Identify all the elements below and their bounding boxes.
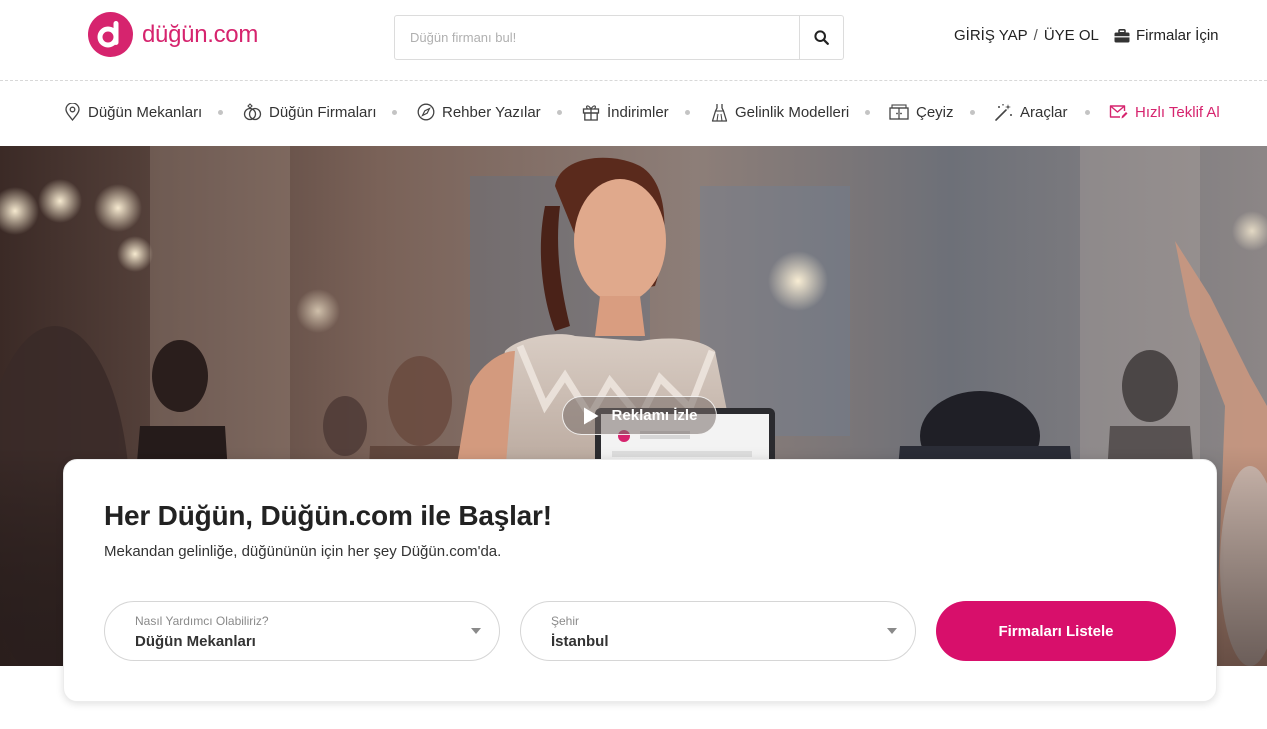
search-input[interactable] [395, 16, 799, 59]
search-button[interactable] [799, 16, 843, 59]
nav-item-tools[interactable]: Araçlar [994, 82, 1068, 142]
gift-icon [582, 105, 600, 121]
nav-separator-dot [970, 110, 975, 115]
nav-item-label: Rehber Yazılar [442, 103, 541, 121]
list-vendors-button[interactable]: Firmaları Listele [936, 601, 1176, 661]
dress-icon [711, 103, 728, 122]
for-firms-link[interactable]: Firmalar İçin [1114, 27, 1219, 44]
nav-item-venues[interactable]: Düğün Mekanları [64, 82, 202, 142]
signup-link[interactable]: ÜYE OL [1044, 27, 1099, 44]
category-select-value: Düğün Mekanları [135, 633, 256, 650]
nav-item-label: Gelinlik Modelleri [735, 103, 850, 121]
auth-links: GİRİŞ YAP / ÜYE OL [954, 27, 1099, 44]
nav-item-guides[interactable]: Rehber Yazılar [417, 82, 541, 142]
nav-item-label: Araçlar [1020, 103, 1068, 121]
logo-mark-icon [88, 12, 133, 57]
nav-item-label: Düğün Mekanları [88, 103, 203, 121]
for-firms-label: Firmalar İçin [1136, 27, 1219, 44]
nav-item-vendors[interactable]: Düğün Firmaları [243, 82, 377, 142]
city-select-label: Şehir [551, 614, 580, 628]
finder-title: Her Düğün, Düğün.com ile Başlar! [104, 500, 552, 531]
compass-icon [417, 103, 435, 121]
city-select[interactable]: Şehir İstanbul [520, 601, 916, 661]
nav-item-label: Düğün Firmaları [269, 103, 377, 121]
nav-item-quick-quote[interactable]: Hızlı Teklif Al [1109, 82, 1220, 142]
nav-separator-dot [392, 110, 397, 115]
nav-item-label: İndirimler [607, 103, 669, 121]
finder-subtitle: Mekandan gelinliğe, düğününün için her ş… [104, 543, 502, 560]
nav-separator-dot [1085, 110, 1090, 115]
rings-icon [243, 103, 262, 121]
vendor-finder-card: Her Düğün, Düğün.com ile Başlar! Mekanda… [63, 459, 1217, 702]
play-icon [583, 407, 599, 424]
city-select-value: İstanbul [551, 633, 609, 650]
main-nav: Düğün Mekanları Düğün Firmaları Rehber Y… [0, 82, 1267, 146]
chevron-down-icon [887, 628, 897, 634]
watch-ad-label: Reklamı İzle [611, 407, 698, 424]
cabinet-icon [889, 104, 909, 120]
top-header: düğün.com GİRİŞ YAP / ÜYE OL Firmalar İç… [0, 0, 1267, 81]
nav-item-label: Çeyiz [916, 103, 954, 121]
nav-separator-dot [865, 110, 870, 115]
search-icon [814, 30, 829, 45]
search-bar [394, 15, 844, 60]
login-link[interactable]: GİRİŞ YAP [954, 27, 1028, 44]
briefcase-icon [1114, 28, 1130, 42]
nav-item-dresses[interactable]: Gelinlik Modelleri [711, 82, 849, 142]
nav-item-discounts[interactable]: İndirimler [582, 82, 669, 142]
auth-separator: / [1033, 27, 1038, 44]
watch-ad-button[interactable]: Reklamı İzle [562, 396, 717, 435]
mail-edit-icon [1109, 105, 1128, 119]
nav-item-trousseau[interactable]: Çeyiz [889, 82, 954, 142]
nav-separator-dot [557, 110, 562, 115]
site-logo[interactable]: düğün.com [88, 12, 258, 57]
nav-separator-dot [218, 110, 223, 115]
location-pin-icon [65, 103, 80, 121]
category-select-label: Nasıl Yardımcı Olabiliriz? [135, 614, 269, 628]
category-select[interactable]: Nasıl Yardımcı Olabiliriz? Düğün Mekanla… [104, 601, 500, 661]
nav-item-label: Hızlı Teklif Al [1135, 103, 1220, 121]
magic-wand-icon [995, 103, 1012, 121]
chevron-down-icon [471, 628, 481, 634]
logo-text: düğün.com [142, 20, 259, 48]
nav-separator-dot [685, 110, 690, 115]
